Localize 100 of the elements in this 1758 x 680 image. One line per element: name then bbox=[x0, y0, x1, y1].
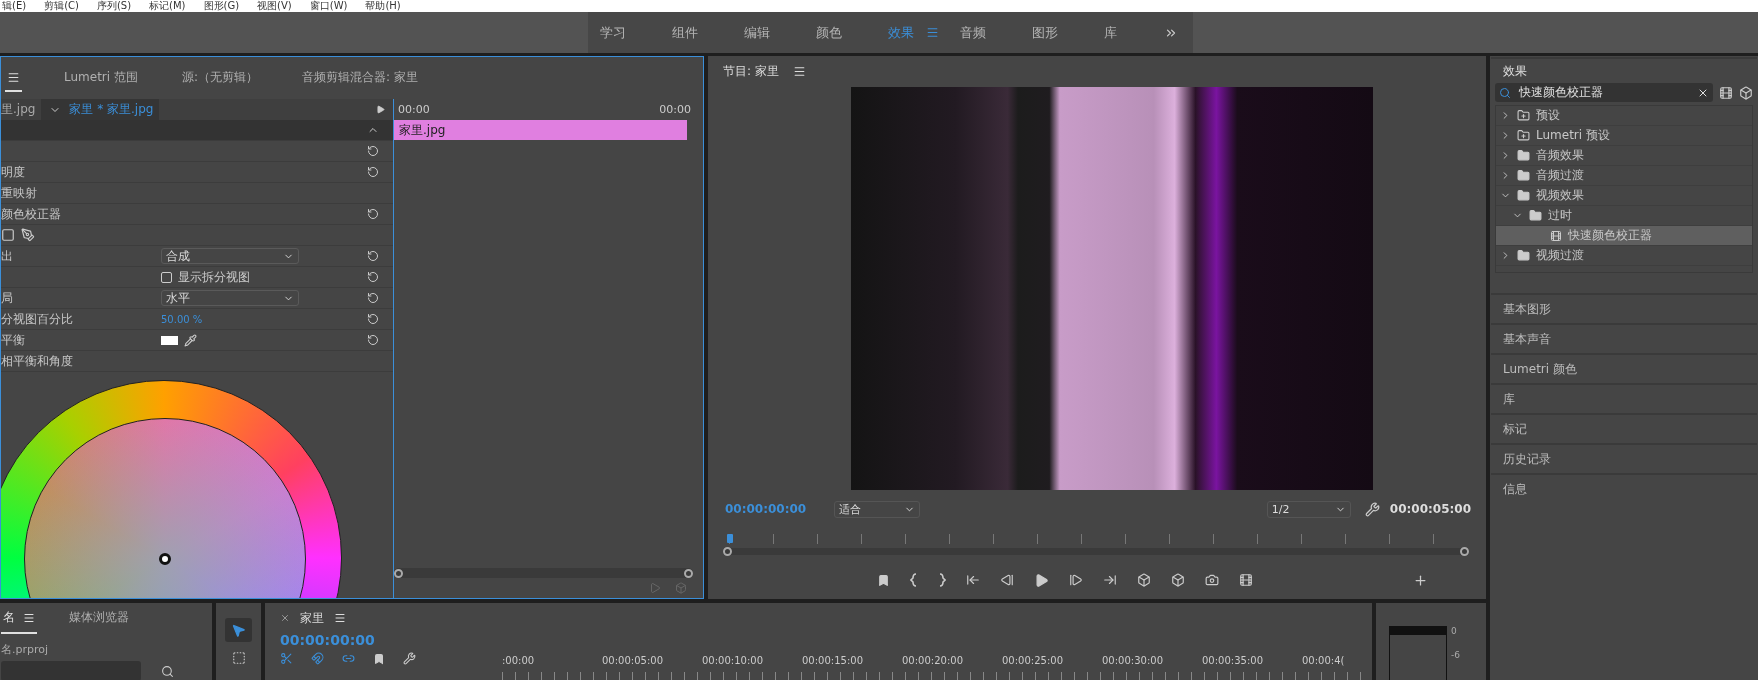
meter-tick-label: 0 bbox=[1451, 626, 1458, 636]
workspace-tab[interactable]: 音频 bbox=[948, 23, 1020, 42]
property-label: 明度 bbox=[1, 163, 26, 181]
wrench-icon bbox=[403, 652, 416, 665]
reset-icon[interactable] bbox=[367, 145, 379, 157]
reset-icon[interactable] bbox=[367, 250, 379, 262]
sequence-clip-tab[interactable]: 家里 * 家里.jpg bbox=[41, 99, 160, 120]
workspace-tab[interactable]: 编辑 bbox=[732, 23, 804, 42]
plus-icon bbox=[1412, 572, 1428, 588]
workspace-tab[interactable]: 库 bbox=[1092, 23, 1164, 42]
menu-item[interactable]: 帮助(H) bbox=[365, 0, 401, 12]
ruler-label: 00:00:05:00 bbox=[602, 655, 664, 666]
timecode[interactable]: 00:00:00:00 bbox=[280, 632, 502, 648]
timeline-clip[interactable]: 家里.jpg bbox=[394, 120, 687, 140]
tree-item[interactable]: 音频效果 bbox=[1496, 146, 1752, 166]
pen-icon[interactable] bbox=[21, 228, 35, 242]
zoom-dropdown[interactable]: 适合 bbox=[834, 500, 921, 518]
checkbox[interactable] bbox=[161, 271, 172, 283]
dropdown[interactable]: 水平 bbox=[161, 290, 299, 306]
folder-icon bbox=[1517, 189, 1530, 202]
color-swatch[interactable] bbox=[161, 335, 178, 345]
ruler-label: 00:00:15:00 bbox=[802, 655, 864, 666]
tree-item[interactable]: 音频过渡 bbox=[1496, 166, 1752, 186]
search-icon bbox=[161, 664, 174, 678]
resolution-dropdown[interactable]: 1/2 bbox=[1266, 500, 1351, 518]
dropdown[interactable]: 合成 bbox=[161, 248, 299, 264]
eyedropper-icon[interactable] bbox=[184, 333, 197, 347]
reset-icon[interactable] bbox=[367, 313, 379, 325]
menu-item[interactable]: 辑(E) bbox=[2, 0, 27, 12]
property-label: 局 bbox=[1, 289, 14, 307]
audio-play-icon bbox=[649, 582, 661, 594]
timecode: 00:00 bbox=[659, 103, 691, 116]
panel-title[interactable]: 家里 bbox=[300, 609, 324, 627]
chevron-icon[interactable] bbox=[1500, 250, 1511, 261]
search-field[interactable]: 快速颜色校正器 bbox=[1495, 83, 1713, 102]
property-label: 分视图百分比 bbox=[1, 310, 74, 328]
left-brace-icon[interactable] bbox=[909, 573, 918, 587]
tree-item[interactable]: Lumetri 预设 bbox=[1496, 126, 1752, 146]
right-brace-icon[interactable] bbox=[937, 573, 946, 587]
panel-tab[interactable]: Lumetri 范围 bbox=[62, 62, 140, 94]
panel-section[interactable]: 标记 bbox=[1491, 413, 1757, 443]
menu-icon[interactable] bbox=[792, 64, 806, 78]
panel-tab[interactable]: 源:（无剪辑） bbox=[179, 62, 260, 94]
property-label: 平衡 bbox=[1, 331, 26, 349]
workspace-tab[interactable]: 效果 bbox=[876, 23, 948, 42]
ruler-label: 00:00:30:00 bbox=[1102, 655, 1164, 666]
reset-icon[interactable] bbox=[367, 271, 379, 283]
workspace-tab[interactable]: 组件 bbox=[660, 23, 732, 42]
folder-icon bbox=[1517, 249, 1530, 262]
folder-icon bbox=[1517, 169, 1530, 182]
ruler-label: 00:00:20:00 bbox=[902, 655, 964, 666]
search-icon bbox=[1499, 86, 1511, 99]
menu-item[interactable]: 标记(M) bbox=[149, 0, 186, 12]
menu-item[interactable]: 剪辑(C) bbox=[44, 0, 79, 12]
panel-section[interactable]: 库 bbox=[1491, 383, 1757, 413]
tree-item[interactable]: 快速颜色校正器 bbox=[1496, 226, 1752, 246]
property-label: 相平衡和角度 bbox=[1, 352, 74, 370]
rectangle-mask-icon[interactable] bbox=[1, 228, 15, 242]
menu-icon[interactable] bbox=[7, 70, 20, 84]
workspace-tab[interactable]: 图形 bbox=[1020, 23, 1092, 42]
preset-folder-icon bbox=[1517, 109, 1530, 122]
menu-icon[interactable] bbox=[23, 611, 35, 624]
panel-section[interactable]: 信息 bbox=[1491, 473, 1757, 503]
menu-icon[interactable] bbox=[334, 612, 346, 624]
selection-tool[interactable] bbox=[225, 618, 252, 642]
panel-section[interactable]: Lumetri 颜色 bbox=[1491, 353, 1757, 383]
folder-icon bbox=[1529, 209, 1542, 222]
number-value[interactable]: 50.00 % bbox=[161, 313, 203, 325]
reset-icon[interactable] bbox=[367, 208, 379, 220]
tree-item[interactable]: 视频效果 bbox=[1496, 186, 1752, 206]
panel-tab[interactable]: 媒体浏览器 bbox=[67, 604, 131, 634]
menu-item[interactable]: 图形(G) bbox=[203, 0, 240, 12]
menu-item[interactable]: 序列(S) bbox=[96, 0, 132, 12]
wheel-handle[interactable] bbox=[159, 553, 171, 565]
tree-item[interactable]: 预设 bbox=[1496, 106, 1752, 126]
play-icon bbox=[1033, 572, 1049, 588]
timecode[interactable]: 00:00:00:00 bbox=[725, 502, 807, 516]
workspace-tab[interactable]: 颜色 bbox=[804, 23, 876, 42]
source-clip-tab[interactable]: 里.jpg bbox=[1, 99, 42, 120]
workspace-tab[interactable]: 学习 bbox=[588, 23, 660, 42]
panel-section[interactable]: 历史记录 bbox=[1491, 443, 1757, 473]
panel-tab[interactable]: 名 bbox=[1, 604, 37, 634]
panel-section[interactable]: 基本图形 bbox=[1491, 293, 1757, 323]
panel-section[interactable]: 基本声音 bbox=[1491, 323, 1757, 353]
go-to-in-icon bbox=[965, 573, 980, 587]
reset-icon[interactable] bbox=[367, 166, 379, 178]
go-to-out-icon bbox=[1102, 573, 1117, 587]
reset-icon[interactable] bbox=[367, 334, 379, 346]
dashed-square-icon bbox=[231, 651, 246, 665]
property-label: 重映射 bbox=[1, 184, 38, 202]
play-icon[interactable] bbox=[376, 105, 385, 114]
tree-item[interactable]: 视频过渡 bbox=[1496, 246, 1752, 266]
close-icon bbox=[280, 613, 290, 623]
reset-icon[interactable] bbox=[367, 292, 379, 304]
menu-item[interactable]: 视图(V) bbox=[257, 0, 292, 12]
scroll-bar[interactable] bbox=[394, 568, 693, 578]
ruler-label: 00:00:4( bbox=[1302, 655, 1346, 666]
panel-tab[interactable]: 音频剪辑混合器: 家里 bbox=[300, 62, 420, 94]
property-label: 出 bbox=[1, 247, 14, 265]
menu-item[interactable]: 窗口(W) bbox=[309, 0, 348, 12]
